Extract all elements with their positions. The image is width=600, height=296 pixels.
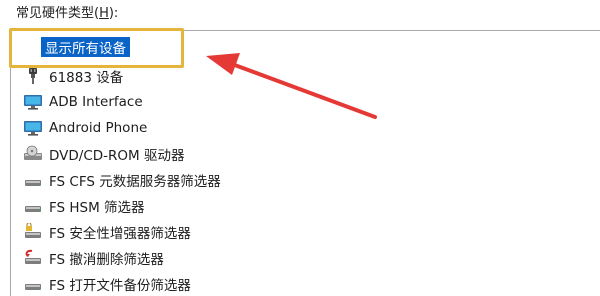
optical-drive-icon [23, 145, 43, 163]
drive-icon [23, 171, 43, 189]
list-item-fs-undelete[interactable]: FS 撤消删除筛选器 [23, 246, 164, 270]
monitor-icon [23, 119, 43, 137]
firewire-plug-icon [23, 67, 43, 85]
undelete-drive-icon [23, 249, 43, 267]
list-item-label: ADB Interface [49, 94, 143, 110]
list-item-show-all-devices[interactable]: 显示所有设备 [41, 37, 130, 57]
list-item-fs-security[interactable]: FS 安全性增强器筛选器 [23, 220, 191, 244]
list-item-label: FS HSM 筛选器 [49, 200, 145, 216]
list-item-61883[interactable]: 61883 设备 [23, 64, 123, 88]
hardware-type-list[interactable]: 显示所有设备 61883 设备 ADB Interface Android Ph… [10, 30, 600, 296]
list-item-label: FS CFS 元数据服务器筛选器 [49, 174, 221, 190]
hardware-type-label-text: 常见硬件类型( [16, 6, 100, 21]
list-item-label: FS 安全性增强器筛选器 [49, 226, 191, 242]
list-item-android-phone[interactable]: Android Phone [23, 116, 147, 140]
accelerator-key: H [99, 6, 109, 21]
list-item-label: Android Phone [49, 120, 148, 136]
list-item-dvd-cdrom[interactable]: DVD/CD-ROM 驱动器 [23, 142, 184, 166]
list-item-fs-cfs[interactable]: FS CFS 元数据服务器筛选器 [23, 168, 221, 192]
monitor-icon [23, 93, 43, 111]
list-item-label: FS 撤消删除筛选器 [49, 252, 164, 268]
drive-icon [23, 275, 43, 293]
list-item-label: 61883 设备 [49, 70, 124, 86]
list-item-fs-open-file-backup[interactable]: FS 打开文件备份筛选器 [23, 272, 191, 296]
list-item-label: FS 打开文件备份筛选器 [49, 278, 191, 294]
list-item-fs-hsm[interactable]: FS HSM 筛选器 [23, 194, 145, 218]
drive-icon [23, 197, 43, 215]
secure-drive-icon [23, 223, 43, 241]
list-item-adb-interface[interactable]: ADB Interface [23, 90, 143, 114]
hardware-type-label-suffix: ): [108, 6, 119, 21]
list-item-label: 显示所有设备 [45, 41, 126, 57]
hardware-type-label: 常见硬件类型(H): [16, 6, 118, 22]
list-item-label: DVD/CD-ROM 驱动器 [49, 148, 185, 164]
